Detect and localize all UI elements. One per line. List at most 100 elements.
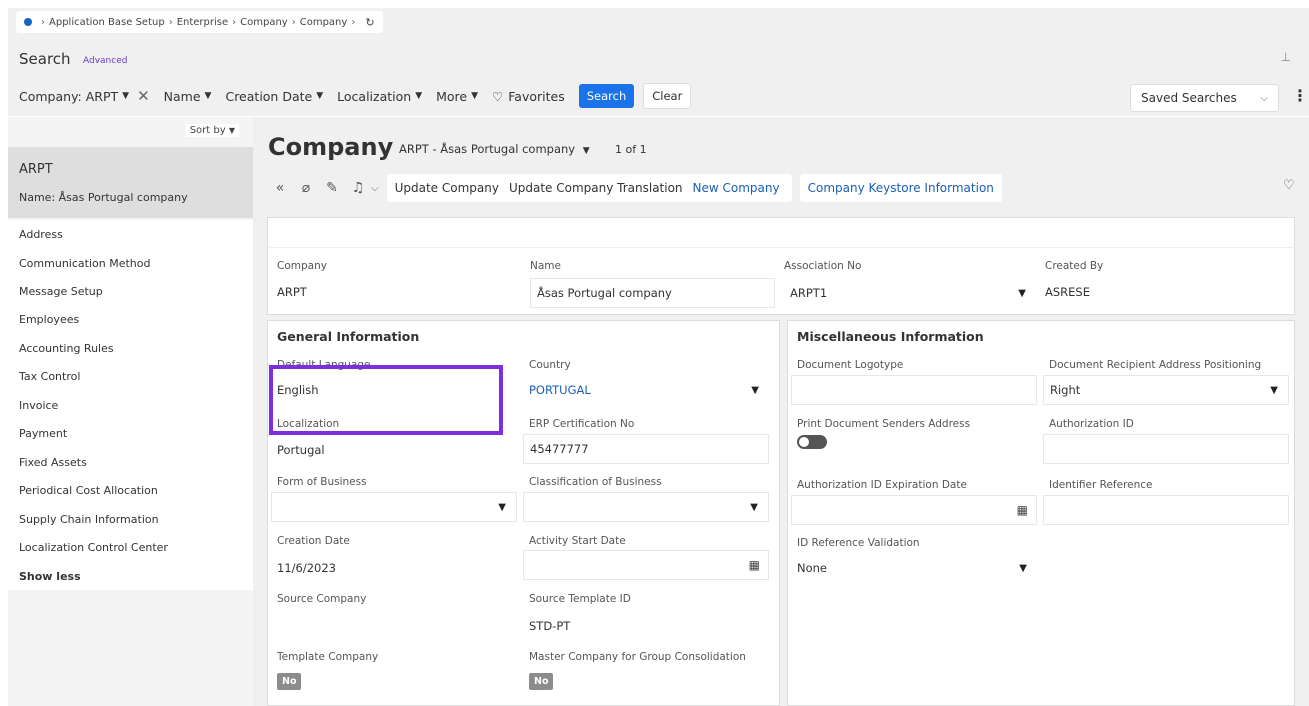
name-field[interactable]: Åsas Portugal company	[530, 278, 775, 308]
double-chevron-left-icon[interactable]: «	[267, 180, 293, 196]
heart-icon[interactable]: ♡	[1283, 178, 1295, 193]
paperclip-icon[interactable]: ⌀	[293, 180, 319, 196]
erp-certification-field[interactable]: 45477777	[523, 434, 769, 464]
pin-icon[interactable]: ⊥	[1281, 50, 1291, 64]
highlight-box	[269, 365, 503, 435]
company-label: Company	[277, 260, 327, 272]
filter-bar: Company: ARPT ▼ ✕ Name ▼ Creation Date ▼…	[19, 83, 692, 109]
breadcrumb-item[interactable]: Application Base Setup	[49, 17, 165, 28]
country-select[interactable]: PORTUGAL ▼	[523, 375, 769, 405]
search-button[interactable]: Search	[578, 84, 635, 108]
sidebar-item-invoice[interactable]: Invoice	[19, 399, 58, 412]
sidebar-item-periodical-cost-allocation[interactable]: Periodical Cost Allocation	[19, 484, 158, 497]
classification-of-business-select[interactable]: ▼	[523, 492, 769, 522]
record-list-sidebar: Sort by ▼ ARPT Name: Åsas Portugal compa…	[8, 117, 253, 706]
recipient-positioning-value: Right	[1050, 383, 1081, 397]
filter-name-label: Name	[163, 88, 201, 104]
created-by-value: ASRESE	[1045, 285, 1090, 299]
search-title: Search	[19, 50, 71, 68]
filter-name[interactable]: Name ▼	[164, 89, 212, 104]
activity-start-date-label: Activity Start Date	[529, 535, 626, 547]
refresh-icon[interactable]: ↻	[365, 16, 374, 29]
chevron-down-icon: ▼	[1018, 287, 1026, 299]
sidebar-item-fixed-assets[interactable]: Fixed Assets	[19, 456, 87, 469]
new-company-button[interactable]: New Company	[693, 181, 780, 195]
sidebar-nav: Address Communication Method Message Set…	[8, 220, 253, 590]
localization-value: Portugal	[277, 443, 325, 457]
source-company-label: Source Company	[277, 593, 367, 605]
sort-by-button[interactable]: Sort by ▼	[185, 124, 239, 137]
calendar-icon[interactable]: ▦	[1017, 503, 1028, 517]
sidebar-item-localization-control-center[interactable]: Localization Control Center	[19, 541, 168, 554]
source-template-value: STD-PT	[529, 619, 571, 633]
chevron-down-icon: ▼	[751, 384, 759, 396]
filter-company-label: Company: ARPT	[19, 88, 119, 104]
header-strip	[267, 217, 1295, 247]
breadcrumb-item[interactable]: Enterprise	[177, 17, 228, 28]
authorization-id-field[interactable]	[1043, 434, 1289, 464]
sidebar-item-message-setup[interactable]: Message Setup	[19, 285, 103, 298]
home-icon[interactable]	[24, 18, 32, 26]
sidebar-item-payment[interactable]: Payment	[19, 427, 67, 440]
classification-of-business-label: Classification of Business	[529, 476, 662, 488]
breadcrumb-item[interactable]: Company	[300, 17, 348, 28]
clear-button[interactable]: Clear	[643, 83, 692, 109]
saved-searches-select[interactable]: Saved Searches ⌵	[1130, 84, 1279, 112]
name-label: Name	[530, 260, 561, 272]
chevron-right-icon: ›	[232, 16, 237, 28]
association-no-label: Association No	[784, 260, 862, 272]
recipient-positioning-select[interactable]: Right ▼	[1043, 375, 1289, 405]
pager: 1 of 1	[615, 143, 647, 156]
form-of-business-select[interactable]: ▼	[271, 492, 517, 522]
more-options-icon[interactable]: ⋮	[1292, 86, 1308, 105]
update-company-translation-button[interactable]: Update Company Translation	[509, 181, 683, 195]
id-reference-validation-select[interactable]: None ▼	[791, 553, 1037, 583]
chevron-down-icon: ⌵	[1260, 92, 1268, 104]
sidebar-item-address[interactable]: Address	[19, 228, 63, 241]
advanced-link[interactable]: Advanced	[83, 56, 127, 66]
company-summary-card: Company ARPT Name Åsas Portugal company …	[267, 247, 1295, 315]
breadcrumb-item[interactable]: Company	[240, 17, 288, 28]
filter-more[interactable]: More ▼	[436, 89, 478, 104]
close-icon[interactable]: ✕	[137, 87, 150, 105]
sidebar-item-communication-method[interactable]: Communication Method	[19, 257, 150, 270]
authorization-id-label: Authorization ID	[1049, 418, 1134, 430]
sidebar-item-supply-chain-information[interactable]: Supply Chain Information	[19, 513, 159, 526]
association-no-select[interactable]: ARPT1 ▼	[784, 278, 1036, 308]
company-keystore-button[interactable]: Company Keystore Information	[799, 174, 1002, 202]
pencil-icon[interactable]: ✎	[319, 180, 345, 196]
print-senders-address-toggle[interactable]	[797, 435, 827, 449]
chevron-down-icon[interactable]: ⌵	[371, 183, 379, 194]
update-company-button[interactable]: Update Company	[395, 181, 499, 195]
chevron-down-icon: ▼	[204, 91, 212, 101]
calendar-icon[interactable]: ▦	[749, 558, 760, 572]
chevron-down-icon: ▼	[471, 91, 479, 101]
authorization-expiration-field[interactable]: ▦	[791, 495, 1037, 525]
filter-localization[interactable]: Localization ▼	[337, 89, 422, 104]
filter-localization-label: Localization	[337, 88, 412, 104]
filter-favorites-label: Favorites	[508, 88, 565, 104]
record-selector[interactable]: ARPT - Åsas Portugal company ▼	[399, 142, 590, 156]
filter-favorites[interactable]: ♡ Favorites	[492, 89, 565, 104]
chevron-down-icon: ▼	[316, 91, 324, 101]
sidebar-item-tax-control[interactable]: Tax Control	[19, 370, 80, 383]
chevron-right-icon: ›	[291, 16, 296, 28]
filter-creation-date[interactable]: Creation Date ▼	[225, 89, 323, 104]
sidebar-item-accounting-rules[interactable]: Accounting Rules	[19, 342, 114, 355]
chevron-down-icon: ▼	[228, 126, 235, 135]
selected-record[interactable]: ARPT Name: Åsas Portugal company	[8, 147, 253, 218]
show-less-link[interactable]: Show less	[19, 570, 81, 583]
company-value: ARPT	[277, 285, 307, 299]
identifier-reference-field[interactable]	[1043, 495, 1289, 525]
creation-date-label: Creation Date	[277, 535, 350, 547]
filter-company[interactable]: Company: ARPT ▼ ✕	[19, 87, 150, 105]
sidebar-item-employees[interactable]: Employees	[19, 313, 79, 326]
activity-start-date-field[interactable]: ▦	[523, 550, 769, 580]
filter-more-label: More	[436, 88, 468, 104]
creation-date-value: 11/6/2023	[277, 561, 336, 575]
chevron-down-icon: ▼	[1270, 384, 1278, 396]
chevron-right-icon: ›	[168, 16, 173, 28]
bell-icon[interactable]: ♫	[345, 180, 371, 196]
created-by-label: Created By	[1045, 260, 1104, 272]
document-logotype-field[interactable]	[791, 375, 1037, 405]
